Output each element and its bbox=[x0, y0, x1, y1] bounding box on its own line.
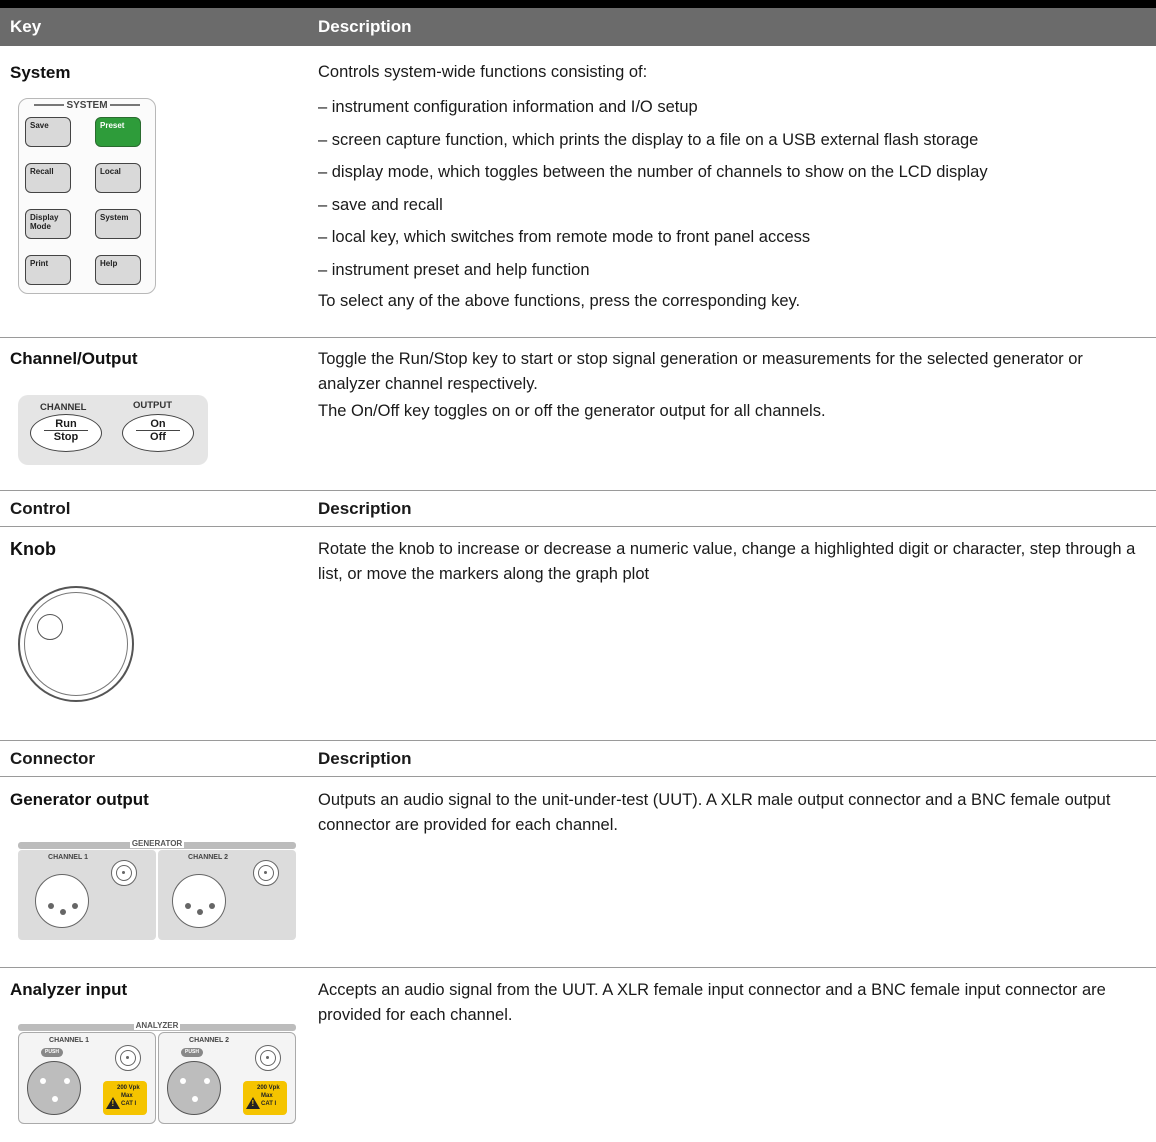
header-description: Description bbox=[318, 17, 412, 36]
knob-image bbox=[18, 586, 134, 702]
analyzer-input-title: Analyzer input bbox=[10, 980, 128, 999]
generator-panel-image: GENERATOR CHANNEL 1 CHANNEL 2 bbox=[18, 839, 296, 942]
list-item: – display mode, which toggles between th… bbox=[318, 163, 988, 181]
channel-output-line-1: Toggle the Run/Stop key to start or stop… bbox=[318, 350, 1083, 393]
knob-description: Rotate the knob to increase or decrease … bbox=[318, 540, 1136, 583]
generator-channel-2: CHANNEL 2 bbox=[158, 850, 296, 940]
system-key: System bbox=[95, 209, 141, 239]
list-item: – local key, which switches from remote … bbox=[318, 228, 811, 246]
row-divider bbox=[0, 776, 1156, 777]
xlr-male-connector bbox=[35, 874, 89, 928]
channel-output-line-2: The On/Off key toggles on or off the gen… bbox=[318, 402, 826, 420]
recall-key: Recall bbox=[25, 163, 71, 193]
row-divider bbox=[0, 526, 1156, 527]
xlr-female-connector bbox=[27, 1061, 81, 1115]
channel-output-panel-image: CHANNEL OUTPUT Run Stop On Off bbox=[18, 395, 208, 465]
run-label: Run bbox=[55, 418, 77, 430]
channel-output-title: Channel/Output bbox=[10, 349, 138, 368]
bnc-female-connector bbox=[255, 1045, 281, 1071]
generator-ch2-label: CHANNEL 2 bbox=[188, 854, 228, 861]
knob-ring bbox=[24, 592, 128, 696]
warning-label: 200 Vpk Max CAT I bbox=[243, 1081, 287, 1115]
analyzer-channel-2: CHANNEL 2 PUSH 200 Vpk Max CAT I bbox=[158, 1032, 296, 1124]
off-label: Off bbox=[136, 430, 180, 443]
list-item: – instrument preset and help function bbox=[318, 260, 590, 279]
bnc-female-connector bbox=[115, 1045, 141, 1071]
control-header: Control bbox=[10, 499, 71, 518]
connector-header: Connector bbox=[10, 749, 95, 768]
channel-output-description: Toggle the Run/Stop key to start or stop… bbox=[318, 347, 1148, 424]
push-release: PUSH bbox=[41, 1048, 63, 1057]
list-item: – save and recall bbox=[318, 195, 443, 214]
system-description: Controls system-wide functions consistin… bbox=[318, 60, 1148, 316]
on-label: On bbox=[150, 418, 166, 430]
system-panel-image: SYSTEM Save Preset Recall Local Display … bbox=[18, 98, 156, 294]
generator-channel-1: CHANNEL 1 bbox=[18, 850, 156, 940]
system-intro: Controls system-wide functions consistin… bbox=[318, 63, 648, 81]
analyzer-ch1-label: CHANNEL 1 bbox=[49, 1037, 89, 1044]
analyzer-channel-1: CHANNEL 1 PUSH 200 Vpk Max CAT I bbox=[18, 1032, 156, 1124]
channel-label: CHANNEL bbox=[40, 402, 87, 413]
warning-icon bbox=[106, 1097, 120, 1109]
push-release: PUSH bbox=[181, 1048, 203, 1057]
warning-label: 200 Vpk Max CAT I bbox=[103, 1081, 147, 1115]
warning-icon bbox=[246, 1097, 260, 1109]
system-function-list: – instrument configuration information a… bbox=[318, 91, 1148, 286]
list-item: – screen capture function, which prints … bbox=[318, 130, 979, 149]
generator-ch1-label: CHANNEL 1 bbox=[48, 854, 88, 861]
print-key: Print bbox=[25, 255, 71, 285]
control-section-header: Control Description bbox=[0, 490, 1156, 526]
knob-dimple bbox=[37, 614, 63, 640]
display-mode-key: Display Mode bbox=[25, 209, 71, 239]
system-title: System bbox=[10, 63, 71, 82]
system-outro: To select any of the above functions, pr… bbox=[318, 292, 801, 310]
on-off-key: On Off bbox=[122, 414, 194, 452]
header-key: Key bbox=[10, 17, 42, 36]
local-key: Local bbox=[95, 163, 141, 193]
xlr-male-connector bbox=[172, 874, 226, 928]
analyzer-panel-label: ANALYZER bbox=[133, 1021, 181, 1030]
xlr-female-connector bbox=[167, 1061, 221, 1115]
generator-panel-label: GENERATOR bbox=[129, 839, 185, 848]
knob-title: Knob bbox=[10, 539, 56, 559]
analyzer-ch2-label: CHANNEL 2 bbox=[189, 1037, 229, 1044]
preset-key: Preset bbox=[95, 117, 141, 147]
row-divider bbox=[0, 967, 1156, 968]
top-rule bbox=[0, 0, 1156, 8]
stop-label: Stop bbox=[44, 430, 88, 443]
run-stop-key: Run Stop bbox=[30, 414, 102, 452]
help-key: Help bbox=[95, 255, 141, 285]
row-divider bbox=[0, 337, 1156, 338]
list-item: – instrument configuration information a… bbox=[318, 98, 698, 116]
output-label: OUTPUT bbox=[133, 400, 173, 411]
control-description-header: Description bbox=[318, 499, 412, 518]
connector-description-header: Description bbox=[318, 749, 412, 768]
bnc-female-connector bbox=[253, 860, 279, 886]
analyzer-panel-image: ANALYZER CHANNEL 1 PUSH 200 Vpk Max CAT … bbox=[18, 1021, 296, 1124]
generator-output-description: Outputs an audio signal to the unit-unde… bbox=[318, 791, 1111, 834]
generator-output-title: Generator output bbox=[10, 790, 149, 809]
analyzer-input-description: Accepts an audio signal from the UUT. A … bbox=[318, 981, 1106, 1024]
connector-section-header: Connector Description bbox=[0, 740, 1156, 776]
bnc-female-connector bbox=[111, 860, 137, 886]
save-key: Save bbox=[25, 117, 71, 147]
table-header: Key Description bbox=[0, 8, 1156, 46]
system-panel-label: SYSTEM bbox=[19, 100, 155, 111]
